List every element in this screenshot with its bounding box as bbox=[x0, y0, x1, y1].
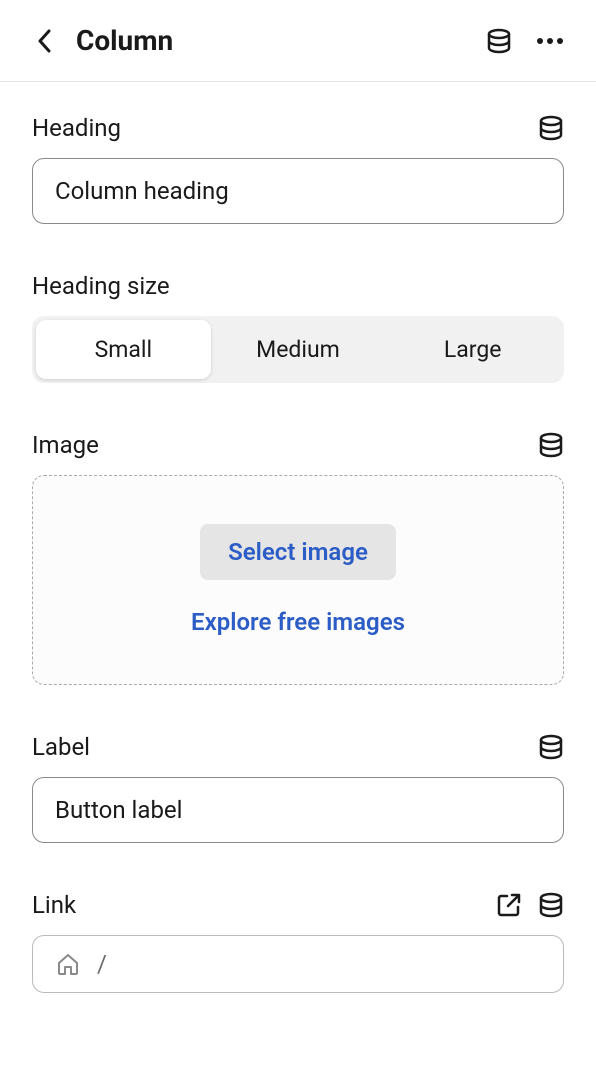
section-header: Label bbox=[32, 733, 564, 761]
section-header: Heading size bbox=[32, 272, 564, 300]
image-upload-area[interactable]: Select image Explore free images bbox=[32, 475, 564, 685]
link-section: Link bbox=[32, 891, 564, 993]
heading-input[interactable] bbox=[32, 158, 564, 224]
select-image-button[interactable]: Select image bbox=[200, 524, 396, 580]
heading-label: Heading bbox=[32, 114, 121, 142]
panel-header: Column bbox=[0, 0, 596, 82]
database-icon bbox=[538, 432, 564, 458]
back-button[interactable] bbox=[32, 29, 56, 53]
label-database-button[interactable] bbox=[538, 734, 564, 760]
database-icon bbox=[486, 28, 512, 54]
header-right bbox=[486, 28, 564, 54]
link-database-button[interactable] bbox=[538, 892, 564, 918]
panel-content: Heading Heading size Small Medium Large bbox=[0, 82, 596, 1073]
section-header: Link bbox=[32, 891, 564, 919]
heading-database-button[interactable] bbox=[538, 115, 564, 141]
explore-images-link[interactable]: Explore free images bbox=[191, 608, 405, 636]
segment-large[interactable]: Large bbox=[385, 320, 560, 379]
label-input[interactable] bbox=[32, 777, 564, 843]
link-label: Link bbox=[32, 891, 76, 919]
label-section: Label bbox=[32, 733, 564, 843]
section-header: Heading bbox=[32, 114, 564, 142]
link-input-container[interactable] bbox=[32, 935, 564, 993]
segment-small[interactable]: Small bbox=[36, 320, 211, 379]
header-left: Column bbox=[32, 24, 173, 57]
chevron-left-icon bbox=[37, 29, 51, 53]
heading-size-control: Small Medium Large bbox=[32, 316, 564, 383]
panel-title: Column bbox=[76, 24, 173, 57]
open-external-button[interactable] bbox=[496, 892, 522, 918]
database-icon bbox=[538, 115, 564, 141]
database-icon bbox=[538, 892, 564, 918]
external-link-icon bbox=[496, 892, 522, 918]
image-section: Image Select image Explore free images bbox=[32, 431, 564, 685]
home-icon bbox=[55, 951, 81, 977]
database-button[interactable] bbox=[486, 28, 512, 54]
database-icon bbox=[538, 734, 564, 760]
heading-size-section: Heading size Small Medium Large bbox=[32, 272, 564, 383]
image-database-button[interactable] bbox=[538, 432, 564, 458]
more-button[interactable] bbox=[536, 37, 564, 45]
label-field-label: Label bbox=[32, 733, 90, 761]
segment-medium[interactable]: Medium bbox=[211, 320, 386, 379]
image-label: Image bbox=[32, 431, 99, 459]
more-horizontal-icon bbox=[536, 37, 564, 45]
link-input[interactable] bbox=[97, 950, 541, 978]
section-header: Image bbox=[32, 431, 564, 459]
heading-size-label: Heading size bbox=[32, 272, 170, 300]
heading-section: Heading bbox=[32, 114, 564, 224]
